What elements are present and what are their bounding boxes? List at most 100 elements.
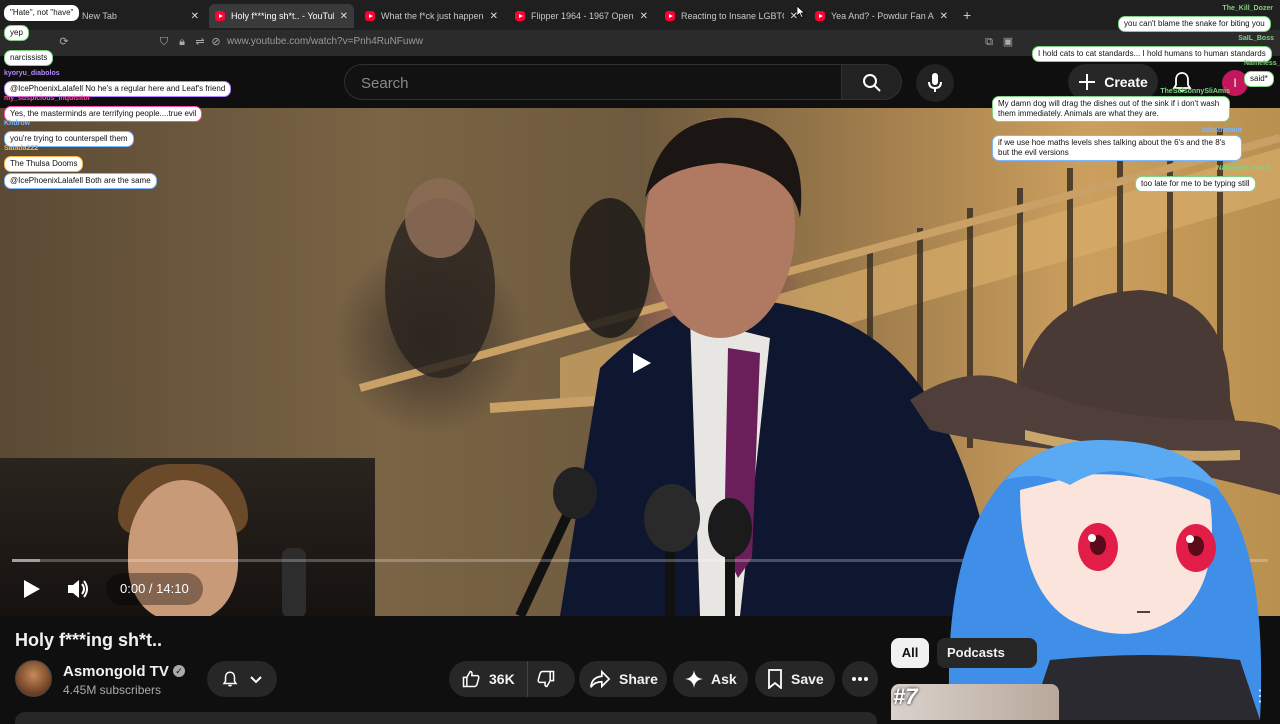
tab-reacting[interactable]: Reacting to Insane LGBTQ and ✕ <box>659 4 804 28</box>
video-title: Holy f***ing sh*t.. <box>15 630 163 650</box>
subscription-notifications-button[interactable] <box>207 661 277 697</box>
reader-view-icon[interactable]: ▣ <box>1002 36 1014 48</box>
center-play-icon[interactable] <box>630 352 652 374</box>
description-box[interactable] <box>15 712 877 724</box>
reload-icon[interactable]: ⟳ <box>58 36 70 48</box>
url-field[interactable]: www.youtube.com/watch?v=Pnh4RuNFuww <box>227 36 423 47</box>
chat-message-text: narcissists <box>4 50 54 66</box>
close-tab-icon[interactable]: ✕ <box>340 11 348 22</box>
save-button[interactable]: Save <box>755 661 835 697</box>
youtube-icon <box>365 11 375 21</box>
chat-username: SaIL_Boss <box>1238 35 1274 42</box>
install-app-icon[interactable]: ⧉ <box>983 36 995 48</box>
chat-username: Khdrow <box>4 120 31 127</box>
chat-message: Khdrow you're trying to counterspell them <box>4 120 134 147</box>
chat-username: TheSolsonnySliAmis <box>1160 88 1230 95</box>
youtube-icon <box>815 11 825 21</box>
search-button[interactable] <box>842 64 902 100</box>
close-tab-icon[interactable]: ✕ <box>940 11 948 22</box>
channel-name[interactable]: Asmongold TV <box>63 663 169 680</box>
time-display: 0:00 / 14:10 <box>106 573 203 605</box>
chat-message: my_suspicious_inquisitor Yes, the masterm… <box>4 95 203 122</box>
like-button[interactable]: 36K <box>449 661 528 697</box>
play-icon[interactable] <box>20 578 42 600</box>
recommended-more-icon[interactable]: ⋮ <box>1252 686 1268 706</box>
chat-message: Nameless_Hack said* <box>1244 60 1280 87</box>
chat-message: kdastronaut if we use hoe maths levels sh… <box>992 127 1242 161</box>
bell-icon <box>222 671 238 687</box>
search-input[interactable] <box>361 74 821 92</box>
more-actions-button[interactable] <box>842 661 878 697</box>
tab-title: Flipper 1964 - 1967 Opening an <box>531 11 634 21</box>
dislike-button[interactable] <box>528 661 564 697</box>
chat-message: yep <box>4 22 29 41</box>
chat-message-text: if we use hoe maths levels shes talking … <box>992 135 1242 161</box>
ask-button[interactable]: Ask <box>673 661 748 697</box>
lock-icon[interactable]: 🔒︎ <box>176 36 188 48</box>
close-tab-icon[interactable]: ✕ <box>490 11 498 22</box>
chat-message: The_Kill_Dozeryou can't blame the snake … <box>1118 5 1273 32</box>
sparkle-icon <box>685 670 703 688</box>
chat-username: Nameless_Hack <box>1216 165 1270 172</box>
camera-off-icon[interactable]: ⊘ <box>210 36 222 48</box>
chat-username: kyoryu_diabolos <box>4 70 60 77</box>
save-label: Save <box>791 671 824 687</box>
youtube-icon <box>215 11 225 21</box>
chat-message-text: you can't blame the snake for biting you <box>1118 16 1271 32</box>
volume-icon[interactable] <box>66 578 90 600</box>
chat-username: kdastronaut <box>1201 127 1242 134</box>
verified-badge-icon: ✓ <box>173 665 185 677</box>
chat-message-text: too late for me to be typing still <box>1135 176 1256 192</box>
chat-username: Nameless_Hack <box>1244 60 1280 67</box>
search-box <box>344 64 842 100</box>
chat-message: TheSolsonnySliAmis My damn dog will drag … <box>992 88 1230 122</box>
tab-holy-video[interactable]: Holy f***ing sh*t.. - YouTube ✕ <box>209 4 354 28</box>
like-count: 36K <box>489 671 515 687</box>
youtube-icon <box>665 11 675 21</box>
tab-title: Reacting to Insane LGBTQ and <box>681 11 784 21</box>
bookmark-icon <box>768 669 782 689</box>
chat-message-text: My damn dog will drag the dishes out of … <box>992 96 1230 122</box>
new-tab-plus-icon[interactable]: + <box>963 7 971 23</box>
recommended-video-thumbnail[interactable]: #7 <box>891 684 1059 720</box>
microphone-icon <box>928 73 942 92</box>
tab-what-happened[interactable]: What the f*ck just happened.. - ✕ <box>359 4 504 28</box>
tab-title: What the f*ck just happened.. - <box>381 11 484 21</box>
share-button[interactable]: Share <box>579 661 667 697</box>
more-horizontal-icon <box>852 677 868 681</box>
chat-message-text: said* <box>1244 71 1274 87</box>
chat-message-text: I hold cats to cat standards... I hold h… <box>1032 46 1272 62</box>
shield-icon[interactable]: ⛉ <box>158 36 170 48</box>
chat-message: Saiada222 The Thulsa Dooms <box>4 145 84 172</box>
tab-title: New Tab <box>82 11 117 21</box>
chevron-down-icon <box>250 676 262 684</box>
thumbs-up-icon <box>462 670 480 688</box>
chat-message: SaIL_Boss I hold cats to cat standards...… <box>1032 35 1274 62</box>
share-icon <box>590 669 611 689</box>
chat-message-text: yep <box>4 25 29 41</box>
tab-yea-and[interactable]: Yea And? - Powdur Fan AMV - Y ✕ <box>809 4 954 28</box>
channel-avatar[interactable] <box>15 660 52 697</box>
chat-username: my_suspicious_inquisitor <box>4 95 91 102</box>
search-icon <box>863 74 881 92</box>
voice-search-button[interactable] <box>916 64 954 102</box>
chat-message-text: @IcePhoenixLalafell Both are the same <box>4 173 157 189</box>
subscriber-count: 4.45M subscribers <box>63 683 162 697</box>
close-tab-icon[interactable]: ✕ <box>191 11 199 22</box>
youtube-icon <box>515 11 525 21</box>
chat-username: The_Kill_Dozer <box>1222 5 1273 12</box>
chip-podcasts[interactable]: Podcasts <box>937 638 1037 668</box>
close-tab-icon[interactable]: ✕ <box>640 11 648 22</box>
site-settings-icon[interactable]: ⇌ <box>194 36 206 48</box>
chat-username: Saiada222 <box>4 145 39 152</box>
tab-flipper[interactable]: Flipper 1964 - 1967 Opening an ✕ <box>509 4 654 28</box>
chat-message: "Hate", not "have" <box>4 2 80 21</box>
ask-label: Ask <box>711 671 737 687</box>
thumbs-down-icon <box>537 670 554 688</box>
chat-message: @IcePhoenixLalafell Both are the same <box>4 170 157 189</box>
tab-new-tab[interactable]: New Tab ✕ <box>60 4 205 28</box>
tab-title: Holy f***ing sh*t.. - YouTube <box>231 11 334 21</box>
share-label: Share <box>619 671 658 687</box>
chat-message: narcissists <box>4 47 54 66</box>
chip-all[interactable]: All <box>891 638 929 668</box>
